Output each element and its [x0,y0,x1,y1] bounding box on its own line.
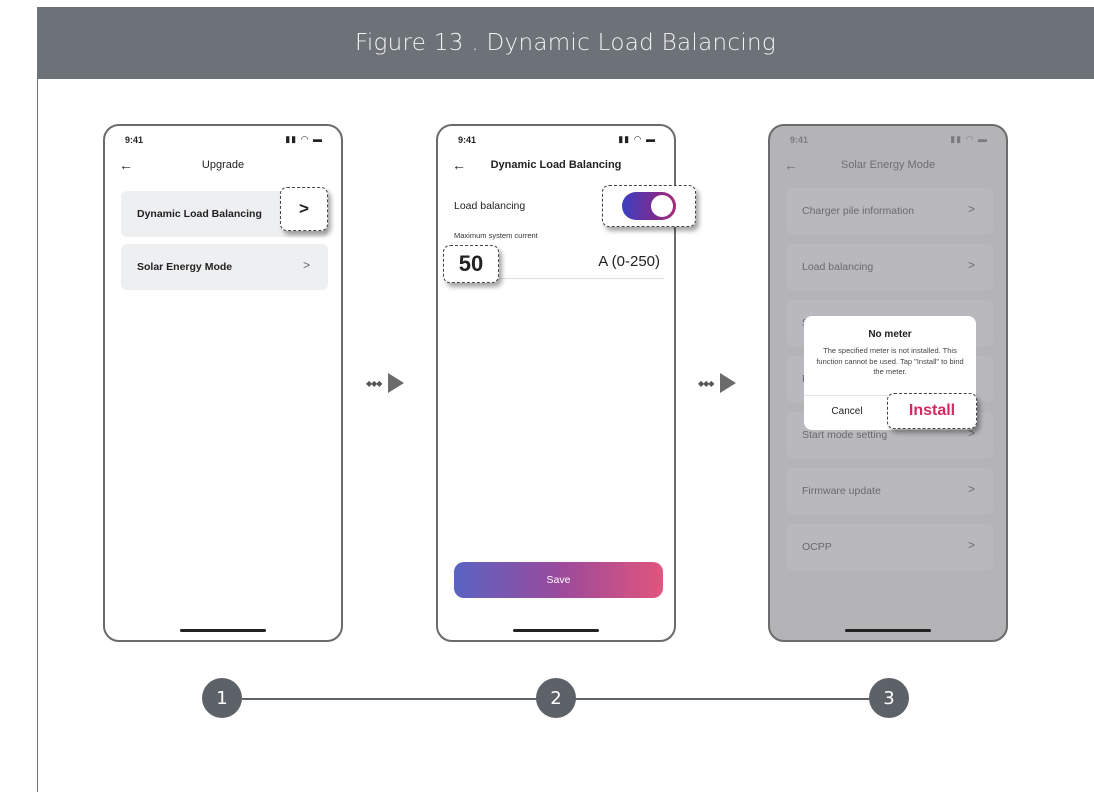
menu-item-load-balancing[interactable]: Load balancing > [786,244,993,290]
menu-item-label: Load balancing [802,261,874,273]
cancel-button[interactable]: Cancel [804,406,890,417]
frame-left-border [37,79,38,792]
signal-wifi-battery-icon: ▮▮ ◠ ▬ [285,134,323,144]
figure-title: Figure 13 . Dynamic Load Balancing [37,7,1094,79]
flow-arrow-1: ◆◆◆ [366,373,410,393]
chevron-right-icon: > [967,258,975,272]
dots-icon: ◆◆◆ [698,379,715,388]
menu-item-label: Firmware update [802,485,881,497]
nav-bar: ← Dynamic Load Balancing [438,158,674,176]
chevron-right-icon: > [302,258,310,272]
chevron-right-icon: > [299,199,309,218]
dialog-title: No meter [868,329,912,340]
nav-bar: ← Solar Energy Mode [770,158,1006,176]
back-arrow-icon[interactable]: ← [119,158,133,172]
phone-solar-energy-mode-screen: 9:41 ▮▮ ◠ ▬ ← Solar Energy Mode Charger … [768,124,1008,642]
signal-wifi-battery-icon: ▮▮ ◠ ▬ [950,134,988,144]
menu-item-charger-pile-information[interactable]: Charger pile information > [786,188,993,234]
callout-install-button[interactable]: Install [887,393,977,429]
status-bar: 9:41 ▮▮ ◠ ▬ [119,134,327,148]
menu-item-label: Charger pile information [802,205,915,217]
signal-wifi-battery-icon: ▮▮ ◠ ▬ [618,134,656,144]
chevron-right-icon: > [967,538,975,552]
menu-item-solar-energy-mode[interactable]: Solar Energy Mode > [121,244,328,290]
arrow-right-icon [720,373,736,393]
home-indicator [180,629,266,632]
arrow-right-icon [388,373,404,393]
status-time: 9:41 [125,135,144,145]
nav-title: Dynamic Load Balancing [490,159,622,171]
load-balancing-label: Load balancing [454,200,526,212]
nav-title: Solar Energy Mode [840,159,936,171]
nav-title: Upgrade [201,159,245,171]
install-button[interactable]: Install [909,402,955,420]
max-current-label: Maximum system current [454,231,538,240]
back-arrow-icon[interactable]: ← [452,158,466,172]
menu-item-firmware-update[interactable]: Firmware update > [786,468,993,514]
menu-item-ocpp[interactable]: OCPP > [786,524,993,570]
home-indicator [845,629,931,632]
save-button[interactable]: Save [454,562,663,598]
back-arrow-icon[interactable]: ← [784,158,798,172]
chevron-right-icon: > [967,202,975,216]
status-bar: 9:41 ▮▮ ◠ ▬ [784,134,992,148]
dialog-message: The specified meter is not installed. Th… [816,346,964,376]
max-current-value: 50 [458,251,484,276]
flow-arrow-2: ◆◆◆ [698,373,742,393]
callout-max-current-value[interactable]: 50 [443,245,499,283]
nav-bar: ← Upgrade [105,158,341,176]
status-time: 9:41 [790,135,809,145]
step-2-badge: 2 [536,678,576,718]
step-1-badge: 1 [202,678,242,718]
status-time: 9:41 [458,135,477,145]
status-bar: 9:41 ▮▮ ◠ ▬ [452,134,660,148]
menu-item-label: Solar Energy Mode [137,261,233,273]
callout-chevron-button[interactable]: > [280,187,328,231]
toggle-knob [651,195,673,217]
step-3-badge: 3 [869,678,909,718]
menu-item-label: Dynamic Load Balancing [137,208,262,220]
menu-item-label: OCPP [802,541,832,553]
chevron-right-icon: > [967,482,975,496]
menu-item-label: Start mode setting [802,429,888,441]
callout-load-balancing-toggle[interactable] [602,185,696,227]
load-balancing-toggle[interactable] [622,192,676,220]
max-current-unit: A (0-250) [598,253,660,270]
home-indicator [513,629,599,632]
dots-icon: ◆◆◆ [366,379,383,388]
